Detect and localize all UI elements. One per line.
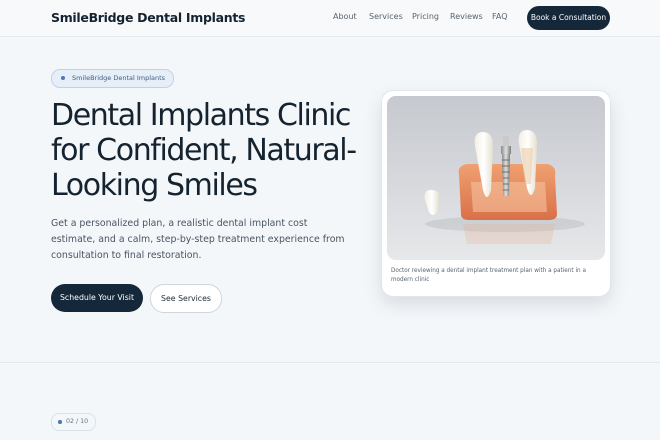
section-counter: 02 / 10 xyxy=(51,413,97,431)
hero-title: Dental Implants Clinic for Confident, Na… xyxy=(51,98,357,203)
section-counter-label: 02 / 10 xyxy=(66,418,89,425)
section-divider xyxy=(0,362,660,363)
top-navigation: SmileBridge Dental Implants About Servic… xyxy=(0,0,660,37)
nav-link-faq[interactable]: FAQ xyxy=(492,12,508,21)
book-consultation-button[interactable]: Book a Consultation xyxy=(527,6,610,30)
brand-logo-text[interactable]: SmileBridge Dental Implants xyxy=(51,10,245,25)
nav-link-pricing[interactable]: Pricing xyxy=(412,12,439,21)
schedule-visit-button[interactable]: Schedule Your Visit xyxy=(51,284,143,312)
hero-image-card: Doctor reviewing a dental implant treatm… xyxy=(381,90,611,297)
nav-link-services[interactable]: Services xyxy=(369,12,403,21)
hero-badge: SmileBridge Dental Implants xyxy=(51,69,175,88)
implant-model-illustration xyxy=(387,96,605,260)
hero-badge-label: SmileBridge Dental Implants xyxy=(72,74,166,82)
hero-description: Get a personalized plan, a realistic den… xyxy=(51,218,345,261)
dental-implant-image xyxy=(387,96,605,260)
see-services-button[interactable]: See Services xyxy=(150,284,222,313)
nav-link-reviews[interactable]: Reviews xyxy=(450,12,483,21)
nav-link-about[interactable]: About xyxy=(333,12,357,21)
badge-dot-icon xyxy=(61,76,65,80)
image-caption: Doctor reviewing a dental implant treatm… xyxy=(391,268,586,284)
counter-dot-icon xyxy=(58,420,62,424)
